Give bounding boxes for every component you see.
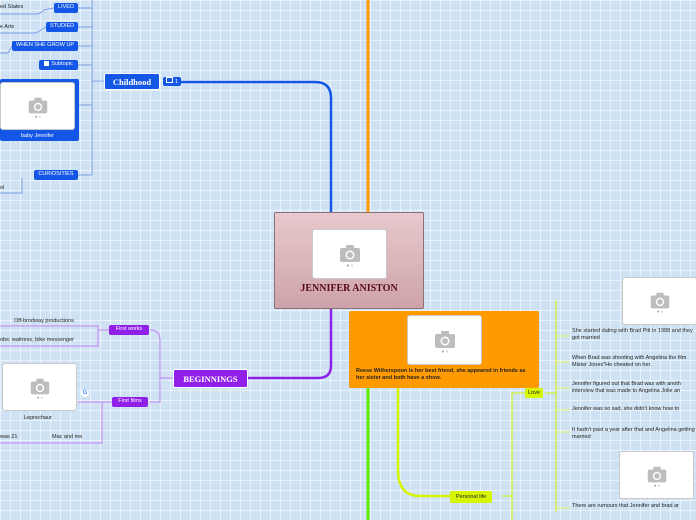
love-item: She started dating with Brad Pitt in 198… <box>572 328 693 341</box>
baby-caption: baby Jennifer <box>20 133 55 139</box>
film-item: was 21 <box>0 434 18 440</box>
subtopic-node[interactable]: Subtopic <box>39 60 78 70</box>
personal-life-node[interactable]: Personal life <box>450 491 493 503</box>
subtopic-icon <box>44 61 50 66</box>
photo-placeholder-icon <box>619 451 694 499</box>
curiosities-node[interactable]: CURIOSITIES <box>34 170 78 180</box>
first-works-node[interactable]: First works <box>109 325 149 335</box>
first-works-item: Off-brodway productions <box>14 318 74 324</box>
curiosities-detail: ol <box>0 185 5 191</box>
photo-placeholder-icon <box>0 82 75 130</box>
love-node[interactable]: Love <box>525 388 543 398</box>
photo-placeholder-icon <box>2 363 77 411</box>
grow-up-node[interactable]: WHEN SHE GROW UP <box>12 41 78 51</box>
beginnings-node[interactable]: BEGINNINGS <box>173 369 248 388</box>
lived-node[interactable]: LIVED <box>54 3 78 13</box>
central-topic[interactable]: JENNIFER ANISTON <box>274 212 424 309</box>
photo-placeholder-icon <box>622 277 696 325</box>
friendship-note: Reese Witherspoon is her best friend, sh… <box>356 368 526 381</box>
love-item: It hadn't past a year after that and Ang… <box>572 427 695 440</box>
love-item: Jennifer was so sad, she didn't know how… <box>572 406 680 412</box>
first-works-item: obs: waitress, bike messenger <box>0 337 74 343</box>
friendship-node[interactable]: Reese Witherspoon is her best friend, sh… <box>349 311 539 388</box>
comment-badge[interactable]: 1 <box>163 77 182 86</box>
childhood-node[interactable]: Childhood <box>104 73 160 90</box>
love-item: Jennifer figured out that Brad was with … <box>572 381 681 394</box>
google-icon[interactable]: G <box>81 389 89 397</box>
love-item: There are rumours that Jennifer and brad… <box>572 503 680 509</box>
baby-jennifer-node[interactable]: baby Jennifer <box>0 79 79 141</box>
first-films-node[interactable]: First films <box>112 397 148 407</box>
film-caption: Leprechaur <box>24 415 52 421</box>
love-item: When Brad was shooting with Angelina the… <box>572 355 687 368</box>
central-title: JENNIFER ANISTON <box>300 283 398 294</box>
photo-placeholder-icon <box>407 315 482 365</box>
photo-placeholder-icon <box>312 229 387 279</box>
comment-icon <box>166 77 173 83</box>
comment-count: 1 <box>175 79 179 85</box>
subtopic-label: Subtopic <box>51 61 73 67</box>
studied-node[interactable]: STUDIED <box>46 22 78 32</box>
studied-detail: e Arts <box>0 24 15 30</box>
film-item: Mac and me <box>52 434 83 440</box>
lived-detail: ed States <box>0 4 24 10</box>
